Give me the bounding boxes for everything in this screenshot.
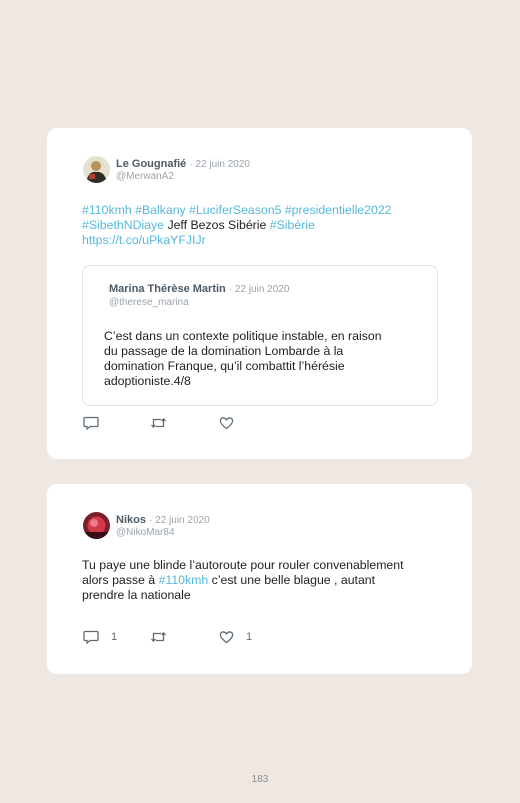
hashtag-link[interactable]: #Sibérie: [270, 218, 315, 232]
quoted-tweet[interactable]: Marina Thérèse Martin · 22 juin 2020 @th…: [82, 265, 438, 406]
tweet-text-segment: Jeff Bezos Sibérie: [164, 218, 270, 232]
page-number: 183: [251, 774, 269, 785]
quoted-author-name[interactable]: Marina Thérèse Martin · 22 juin 2020: [109, 283, 289, 295]
author-handle[interactable]: @NikoMar84: [116, 527, 175, 538]
avatar[interactable]: [83, 156, 110, 183]
quoted-tweet-line: C’est dans un contexte politique instabl…: [104, 329, 382, 343]
author-handle[interactable]: @MerwanA2: [116, 171, 174, 182]
like-button[interactable]: 1: [219, 630, 252, 644]
hashtag-link[interactable]: #110kmh: [82, 203, 132, 217]
quoted-author-handle[interactable]: @therese_marina: [109, 297, 189, 308]
hashtag-link[interactable]: #presidentielle2022: [285, 203, 392, 217]
retweet-icon: [151, 631, 166, 643]
tweet-line: Tu paye une blinde l’autoroute pour roul…: [82, 558, 462, 573]
hashtag-link[interactable]: #110kmh: [159, 573, 209, 587]
tweet-line: alors passe à #110kmh c’est une belle bl…: [82, 573, 462, 588]
tweet-actions: [83, 416, 283, 432]
quoted-tweet-line: du passage de la domination Lombarde à l…: [104, 344, 344, 358]
tweet-text: Tu paye une blinde l’autoroute pour roul…: [82, 558, 462, 603]
tweet-date: · 22 juin 2020: [189, 159, 250, 170]
author-name[interactable]: Nikos · 22 juin 2020: [116, 514, 210, 526]
reply-icon: [83, 416, 99, 430]
reply-button[interactable]: [83, 416, 99, 430]
quoted-tweet-text: C’est dans un contexte politique instabl…: [104, 329, 424, 389]
tweet-line: https://t.co/uPkaYFJIJr: [82, 233, 452, 248]
retweet-button[interactable]: [150, 630, 167, 644]
tweet-date: · 22 juin 2020: [149, 515, 210, 526]
author-name[interactable]: Le Gougnafié · 22 juin 2020: [116, 158, 250, 170]
tweet-text-segment: c’est une belle blague , autant: [208, 573, 376, 587]
reply-count: 1: [111, 631, 118, 643]
hashtag-link[interactable]: #LuciferSeason5: [189, 203, 281, 217]
like-button[interactable]: [219, 416, 234, 430]
avatar[interactable]: [83, 512, 110, 539]
like-count: 1: [246, 631, 253, 643]
heart-icon: [219, 417, 234, 430]
tweet-text: #110kmh #Balkany #LuciferSeason5 #presid…: [82, 203, 452, 248]
hashtag-link[interactable]: #SibethNDiaye: [82, 218, 164, 232]
tweet-text-segment: Tu paye une blinde l’autoroute pour roul…: [82, 558, 404, 572]
reply-button[interactable]: 1: [83, 630, 117, 644]
tweet-text-segment: alors passe à: [82, 573, 159, 587]
tweet-actions: 1 1: [83, 630, 303, 646]
retweet-icon: [151, 417, 166, 429]
quoted-tweet-line: adoptioniste.4/8: [104, 374, 191, 388]
reply-icon: [83, 630, 99, 644]
tweet-card: Le Gougnafié · 22 juin 2020 @MerwanA2 #1…: [47, 128, 472, 459]
quoted-tweet-date: · 22 juin 2020: [228, 284, 290, 295]
tweet-line: #SibethNDiaye Jeff Bezos Sibérie #Sibéri…: [82, 218, 452, 233]
tweet-card: Nikos · 22 juin 2020 @NikoMar84 Tu paye …: [47, 484, 472, 674]
heart-icon: [219, 631, 234, 644]
retweet-button[interactable]: [150, 416, 167, 430]
tweet-text-segment: prendre la nationale: [82, 588, 191, 602]
quoted-tweet-line: domination Franque, qu’il combattit l’hé…: [104, 359, 345, 373]
tweet-line: #110kmh #Balkany #LuciferSeason5 #presid…: [82, 203, 452, 218]
hashtag-link[interactable]: #Balkany: [135, 203, 186, 217]
tweet-line: prendre la nationale: [82, 588, 462, 603]
tweet-link[interactable]: https://t.co/uPkaYFJIJr: [82, 233, 206, 247]
